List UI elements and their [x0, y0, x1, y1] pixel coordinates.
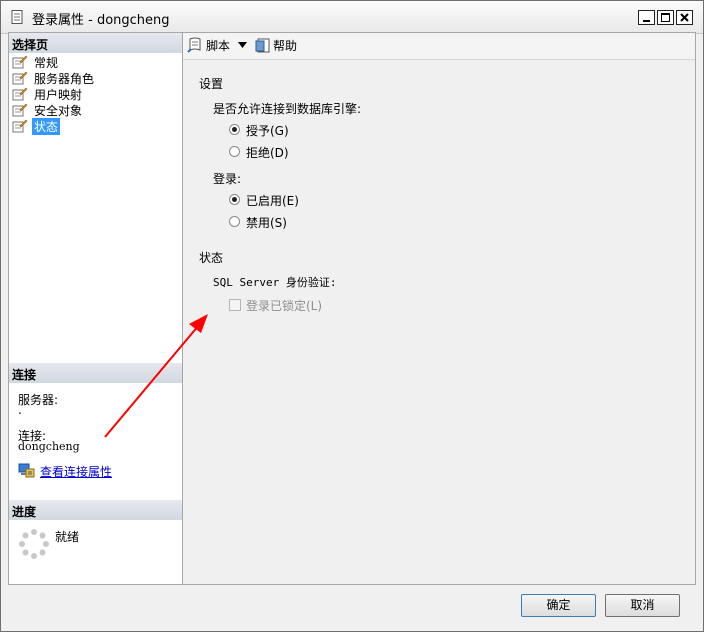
minimize-icon [643, 20, 650, 22]
close-button[interactable] [676, 10, 693, 25]
settings-section-title: 设置 [199, 77, 224, 91]
server-label: 服务器: [18, 393, 59, 407]
title-bar[interactable]: 登录属性 - dongcheng [1, 1, 703, 34]
page-wrench-icon [12, 55, 28, 69]
minimize-button[interactable] [638, 10, 655, 25]
nav-item-label: 常规 [34, 56, 59, 70]
maximize-icon [661, 13, 670, 22]
db-engine-question-label: 是否允许连接到数据库引擎: [213, 102, 362, 116]
window-title: 登录属性 - dongcheng [32, 13, 170, 28]
connection-header: 连接 [9, 363, 182, 383]
enabled-label[interactable]: 已启用(E) [246, 192, 299, 209]
login-locked-label[interactable]: 登录已锁定(L) [246, 297, 322, 314]
disabled-radio[interactable] [229, 216, 240, 227]
disabled-label[interactable]: 禁用(S) [246, 214, 287, 231]
grant-label[interactable]: 授予(G) [246, 122, 289, 139]
grant-radio[interactable] [229, 124, 240, 135]
right-panel: 脚本 帮助 设置 是否允许连接到数据库引擎: 授予(G) 拒绝(D) 登录: 已… [183, 32, 696, 585]
script-button[interactable]: 脚本 [206, 37, 230, 54]
progress-status: 就绪 [55, 530, 80, 544]
login-label: 登录: [213, 172, 242, 186]
login-locked-checkbox[interactable] [229, 299, 241, 311]
connection-properties-icon [18, 463, 35, 478]
cancel-button[interactable]: 取消 [605, 594, 680, 617]
deny-radio[interactable] [229, 146, 240, 157]
page-wrench-icon [12, 119, 28, 133]
left-panel: 选择页 常规 服务器角色 用户映射 安全对象 状态 连接 服务器: . 连接: … [8, 32, 183, 585]
progress-header: 进度 [9, 500, 182, 520]
page-wrench-icon [12, 103, 28, 117]
page-wrench-icon [12, 71, 28, 85]
nav-item-label: 安全对象 [34, 104, 83, 118]
help-icon [255, 38, 270, 53]
server-value: . [18, 403, 22, 417]
nav-item-label: 服务器角色 [34, 72, 95, 86]
script-icon [187, 37, 201, 53]
ok-button[interactable]: 确定 [521, 594, 596, 617]
deny-label[interactable]: 拒绝(D) [246, 144, 289, 161]
page-wrench-icon [12, 87, 28, 101]
status-section-title: 状态 [199, 251, 224, 265]
login-properties-window: 登录属性 - dongcheng 选择页 常规 服务器角色 用户映射 安全对象 … [0, 0, 704, 632]
connection-value: dongcheng [18, 440, 80, 453]
view-connection-properties-link[interactable]: 查看连接属性 [40, 463, 112, 480]
toolbar: 脚本 帮助 [183, 33, 695, 60]
dropdown-arrow-icon[interactable] [238, 42, 248, 49]
progress-spinner-icon [19, 529, 49, 559]
close-icon [680, 13, 689, 22]
help-button[interactable]: 帮助 [273, 37, 297, 54]
document-icon [11, 10, 23, 24]
nav-item-label: 用户映射 [34, 88, 83, 102]
select-page-header: 选择页 [9, 33, 182, 53]
nav-item-label: 状态 [32, 118, 61, 135]
maximize-button[interactable] [657, 10, 674, 25]
sql-auth-label: SQL Server 身份验证: [213, 276, 337, 289]
enabled-radio[interactable] [229, 194, 240, 205]
